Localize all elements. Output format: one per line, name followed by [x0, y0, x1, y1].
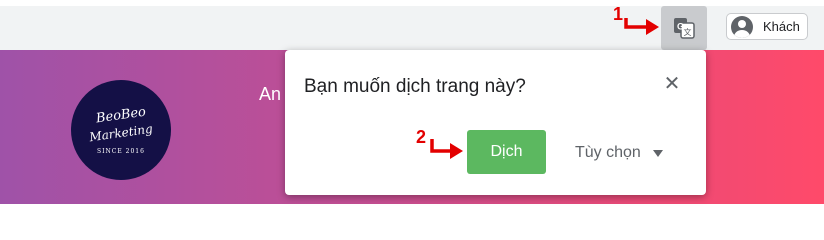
- site-logo[interactable]: BeoBeo Marketing SINCE 2016: [71, 80, 171, 180]
- profile-label: Khách: [763, 19, 800, 34]
- browser-toolbar: G 文 Khách: [0, 0, 824, 50]
- translate-page-button[interactable]: G 文: [661, 6, 707, 50]
- close-icon[interactable]: ✕: [661, 73, 683, 95]
- google-translate-icon: G 文: [674, 18, 695, 39]
- banner-text: An: [259, 84, 282, 104]
- arrow-right-icon: [430, 139, 463, 159]
- person-icon: [731, 15, 753, 38]
- translate-button[interactable]: Dịch: [467, 130, 546, 174]
- options-dropdown[interactable]: Tùy chọn: [575, 142, 663, 164]
- step-number-2: 2: [416, 127, 427, 147]
- options-label: Tùy chọn: [575, 144, 641, 161]
- logo-line-3: SINCE 2016: [97, 148, 145, 155]
- svg-text:文: 文: [684, 27, 692, 37]
- profile-button[interactable]: Khách: [726, 13, 808, 40]
- translate-popup: Bạn muốn dịch trang này? ✕ Dịch Tùy chọn: [285, 50, 706, 195]
- popup-title: Bạn muốn dịch trang này?: [304, 76, 526, 97]
- arrow-right-icon: [624, 18, 659, 35]
- address-bar[interactable]: [0, 6, 720, 44]
- caret-down-icon: [652, 149, 663, 157]
